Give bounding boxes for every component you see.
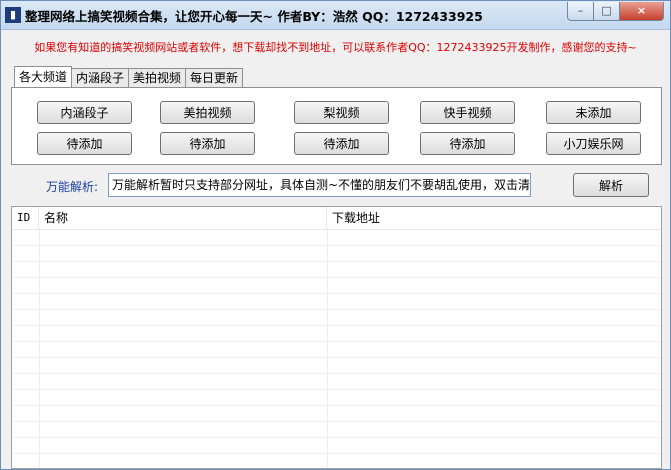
channel-button-pending-1[interactable]: 待添加 bbox=[37, 132, 132, 155]
tab-neihan[interactable]: 内涵段子 bbox=[71, 68, 130, 87]
tab-meipai[interactable]: 美拍视频 bbox=[128, 68, 187, 87]
list-body[interactable] bbox=[12, 230, 661, 468]
tab-channels[interactable]: 各大频道 bbox=[14, 66, 73, 87]
close-button[interactable]: × bbox=[620, 2, 664, 21]
column-header-name[interactable]: 名称 bbox=[39, 207, 327, 229]
channel-button-neihan[interactable]: 内涵段子 bbox=[37, 101, 132, 124]
minimize-button[interactable]: – bbox=[567, 2, 594, 21]
channel-button-meipai[interactable]: 美拍视频 bbox=[160, 101, 255, 124]
channel-button-pending-2[interactable]: 待添加 bbox=[160, 132, 255, 155]
app-icon: ▮ bbox=[5, 7, 21, 23]
parse-label: 万能解析: bbox=[46, 180, 99, 194]
window-controls: – □ × bbox=[567, 2, 664, 21]
parse-url-input[interactable]: 万能解析暂时只支持部分网址，具体自测~不懂的朋友们不要胡乱使用，双击清理~ bbox=[108, 173, 531, 197]
list-header: ID 名称 下载地址 bbox=[12, 207, 661, 230]
parse-button[interactable]: 解析 bbox=[573, 173, 649, 197]
channel-button-kuaishou[interactable]: 快手视频 bbox=[420, 101, 515, 124]
column-divider bbox=[327, 230, 328, 468]
tab-strip: 各大频道 内涵段子 美拍视频 每日更新 bbox=[14, 66, 244, 87]
tab-daily[interactable]: 每日更新 bbox=[185, 68, 244, 87]
main-window: ▮ 整理网络上搞笑视频合集，让您开心每一天~ 作者BY：浩然 QQ：127243… bbox=[0, 0, 671, 470]
channel-button-unadded[interactable]: 未添加 bbox=[546, 101, 641, 124]
download-list[interactable]: ID 名称 下载地址 bbox=[11, 206, 662, 469]
channel-button-xiaodao[interactable]: 小刀娱乐网 bbox=[546, 132, 641, 155]
title-bar[interactable]: ▮ 整理网络上搞笑视频合集，让您开心每一天~ 作者BY：浩然 QQ：127243… bbox=[1, 1, 670, 30]
maximize-button[interactable]: □ bbox=[594, 2, 620, 21]
window-title: 整理网络上搞笑视频合集，让您开心每一天~ 作者BY：浩然 QQ：12724339… bbox=[25, 9, 483, 24]
channel-button-pending-4[interactable]: 待添加 bbox=[420, 132, 515, 155]
column-divider bbox=[39, 230, 40, 468]
channel-button-pear[interactable]: 梨视频 bbox=[294, 101, 389, 124]
channel-button-pending-3[interactable]: 待添加 bbox=[294, 132, 389, 155]
channels-panel: 内涵段子 美拍视频 梨视频 快手视频 未添加 待添加 待添加 待添加 待添加 小… bbox=[11, 87, 662, 165]
contact-notice: 如果您有知道的搞笑视频网站或者软件，想下载却找不到地址，可以联系作者QQ：127… bbox=[34, 41, 637, 54]
column-header-download-url[interactable]: 下载地址 bbox=[327, 207, 661, 229]
column-header-id[interactable]: ID bbox=[12, 207, 39, 229]
